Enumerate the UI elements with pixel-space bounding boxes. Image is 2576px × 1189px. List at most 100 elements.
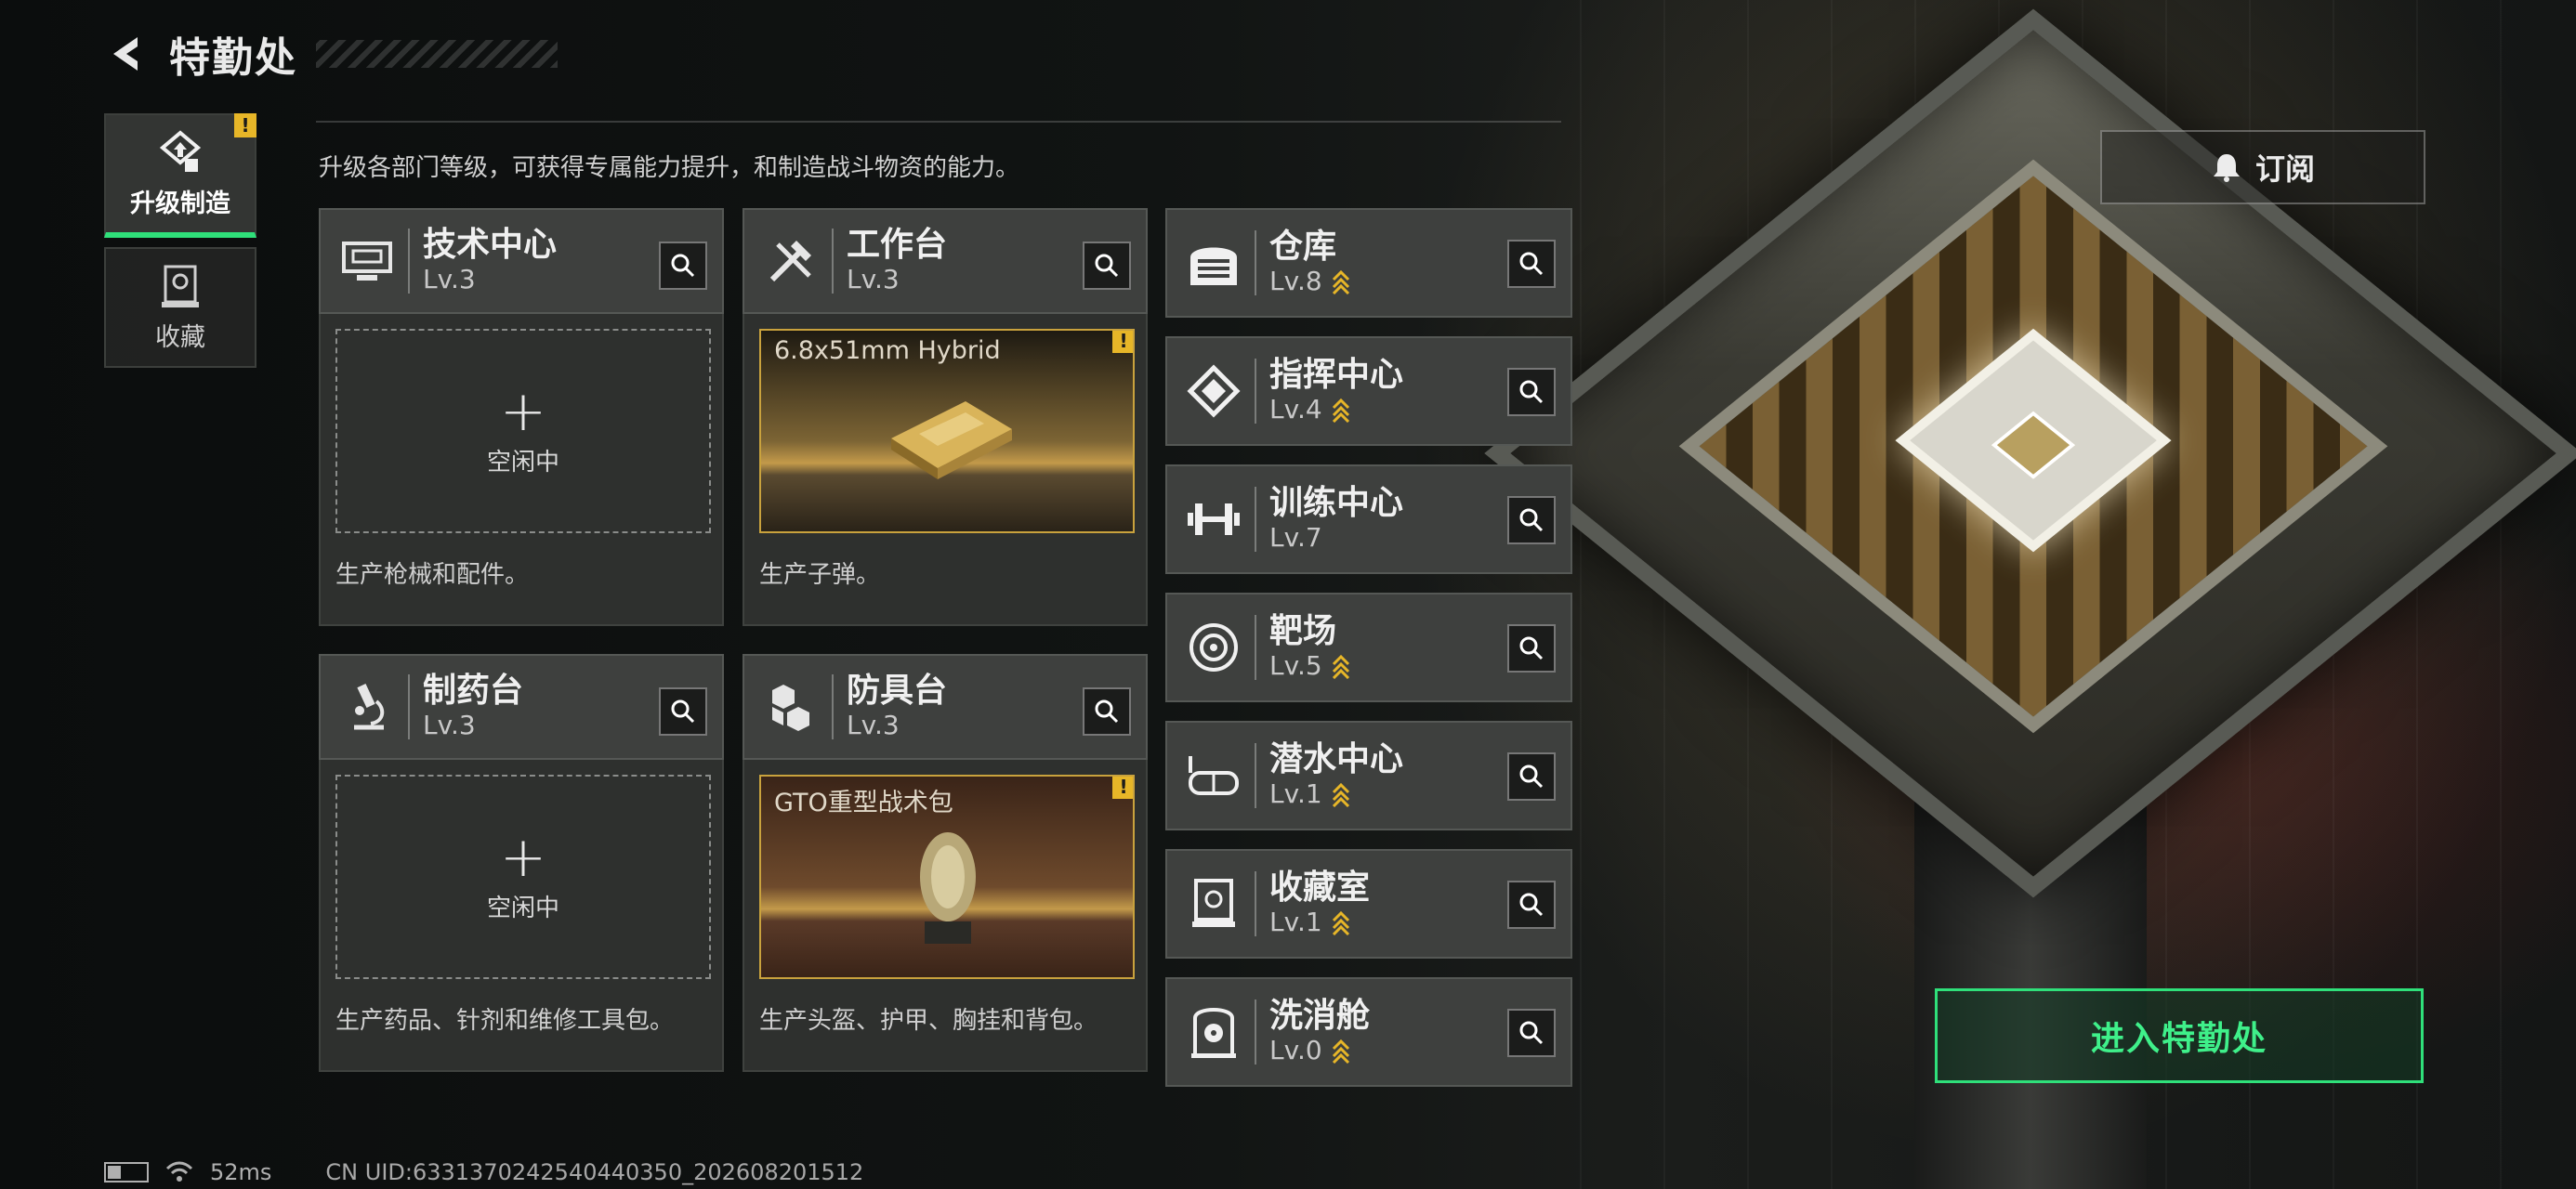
inspect-button[interactable]: [1507, 624, 1556, 673]
upgrade-chevron-icon: [1332, 269, 1349, 294]
facility-name: 工作台: [847, 226, 948, 264]
facility-name: 潜水中心: [1269, 740, 1404, 778]
card-description: 生产药品、针剂和维修工具包。: [335, 1007, 675, 1035]
separator: [1255, 615, 1256, 680]
search-icon: [1095, 254, 1119, 278]
search-icon: [1095, 699, 1119, 724]
search-icon: [671, 254, 695, 278]
facility-level: Lv.3: [423, 710, 476, 740]
search-icon: [1519, 252, 1544, 276]
facility-name: 技术中心: [423, 226, 558, 264]
facility-name: 洗消舱: [1269, 997, 1371, 1035]
warehouse-icon: [1180, 229, 1247, 296]
upgrade-chevron-icon: [1332, 398, 1349, 423]
page-description: 升级各部门等级，可获得专属能力提升，和制造战斗物资的能力。: [319, 154, 1020, 182]
facility-diving-center[interactable]: 潜水中心 Lv.1: [1165, 721, 1572, 830]
inspect-button[interactable]: [659, 687, 707, 736]
card-description: 生产枪械和配件。: [335, 561, 530, 589]
subscribe-button[interactable]: 订阅: [2100, 130, 2425, 204]
monitor-icon: [334, 228, 401, 294]
upgrade-chevron-icon: [1332, 654, 1349, 679]
separator: [408, 674, 410, 739]
back-arrow-icon[interactable]: [102, 30, 151, 78]
header: 特勤处: [102, 26, 558, 82]
nav-collection[interactable]: 收藏: [104, 247, 256, 368]
card-tech-center: 技术中心 Lv.3 + 空闲中 生产枪械和配件。: [319, 208, 724, 626]
facility-name: 防具台: [847, 672, 948, 710]
search-icon: [1519, 380, 1544, 404]
idle-label: 空闲中: [486, 894, 559, 922]
facility-name: 制药台: [423, 672, 524, 710]
separator: [1255, 359, 1256, 424]
microscope-icon: [334, 673, 401, 740]
card-header: 技术中心 Lv.3: [319, 208, 724, 314]
bell-icon: [2213, 154, 2240, 182]
inspect-button[interactable]: [1507, 240, 1556, 288]
idle-production-slot[interactable]: + 空闲中: [335, 775, 711, 979]
upgrade-icon: [159, 129, 202, 172]
add-icon: +: [499, 824, 547, 890]
goggles-icon: [1180, 742, 1247, 809]
facility-collection-room[interactable]: 收藏室 Lv.1: [1165, 849, 1572, 959]
card-workbench: 工作台 Lv.3 ! 6.8x51mm Hybrid 生产子弹。: [743, 208, 1148, 626]
facility-level: Lv.1: [1269, 907, 1322, 937]
alert-badge: !: [234, 113, 256, 137]
inspect-button[interactable]: [1507, 496, 1556, 544]
card-description: 生产子弹。: [759, 561, 881, 589]
upgrade-chevron-icon: [1332, 782, 1349, 807]
search-icon: [671, 699, 695, 724]
enter-special-ops-button[interactable]: 进入特勤处: [1935, 988, 2424, 1083]
facility-name: 训练中心: [1269, 484, 1404, 522]
tools-icon: [757, 228, 824, 294]
search-icon: [1519, 1021, 1544, 1045]
separator: [832, 229, 834, 294]
separator: [1255, 1000, 1256, 1065]
facility-level: Lv.3: [847, 264, 900, 294]
card-body: ! GTO重型战术包 生产头盔、护甲、胸挂和背包。: [743, 760, 1148, 1072]
decon-icon: [1180, 999, 1247, 1065]
title-decoration: [316, 40, 558, 68]
producing-item-name: GTO重型战术包: [774, 789, 953, 817]
search-icon: [1519, 508, 1544, 532]
card-body: + 空闲中 生产药品、针剂和维修工具包。: [319, 760, 724, 1072]
facility-command-center[interactable]: 指挥中心 Lv.4: [1165, 336, 1572, 446]
inspect-button[interactable]: [1507, 881, 1556, 929]
facility-decon-chamber[interactable]: 洗消舱 Lv.0: [1165, 977, 1572, 1087]
inspect-button[interactable]: [1507, 752, 1556, 801]
facility-name: 仓库: [1269, 228, 1337, 266]
facility-name: 收藏室: [1269, 869, 1371, 907]
inspect-button[interactable]: [1507, 1009, 1556, 1057]
inspect-button[interactable]: [659, 242, 707, 290]
card-pharmacy: 制药台 Lv.3 + 空闲中 生产药品、针剂和维修工具包。: [319, 654, 724, 1072]
dumbbell-icon: [1180, 486, 1247, 553]
facility-level: Lv.1: [1269, 778, 1322, 809]
facility-warehouse[interactable]: 仓库 Lv.8: [1165, 208, 1572, 318]
card-description: 生产头盔、护甲、胸挂和背包。: [759, 1007, 1098, 1035]
wifi-icon: [165, 1161, 193, 1182]
cubes-icon: [757, 673, 824, 740]
inspect-button[interactable]: [1083, 242, 1131, 290]
inspect-button[interactable]: [1507, 368, 1556, 416]
upgrade-chevron-icon: [1332, 910, 1349, 935]
separator: [1255, 230, 1256, 295]
inspect-button[interactable]: [1083, 687, 1131, 736]
facility-shooting-range[interactable]: 靶场 Lv.5: [1165, 593, 1572, 702]
separator: [408, 229, 410, 294]
cube-inner-steps: [1678, 159, 2388, 734]
alert-badge: !: [1112, 331, 1133, 353]
facility-name: 指挥中心: [1269, 356, 1404, 394]
nav-label: 升级制造: [130, 189, 230, 218]
enter-button-label: 进入特勤处: [2090, 1020, 2267, 1058]
ping-readout: 52ms: [210, 1159, 272, 1185]
card-header: 防具台 Lv.3: [743, 654, 1148, 760]
separator: [832, 674, 834, 739]
production-slot[interactable]: ! GTO重型战术包: [759, 775, 1135, 979]
facility-name: 靶场: [1269, 612, 1337, 650]
page-title: 特勤处: [169, 34, 297, 82]
nav-upgrade-craft[interactable]: ! 升级制造: [104, 113, 256, 238]
idle-production-slot[interactable]: + 空闲中: [335, 329, 711, 533]
facility-level: Lv.3: [423, 264, 476, 294]
production-slot[interactable]: ! 6.8x51mm Hybrid: [759, 329, 1135, 533]
facility-training-center[interactable]: 训练中心 Lv.7: [1165, 464, 1572, 574]
facility-level: Lv.3: [847, 710, 900, 740]
